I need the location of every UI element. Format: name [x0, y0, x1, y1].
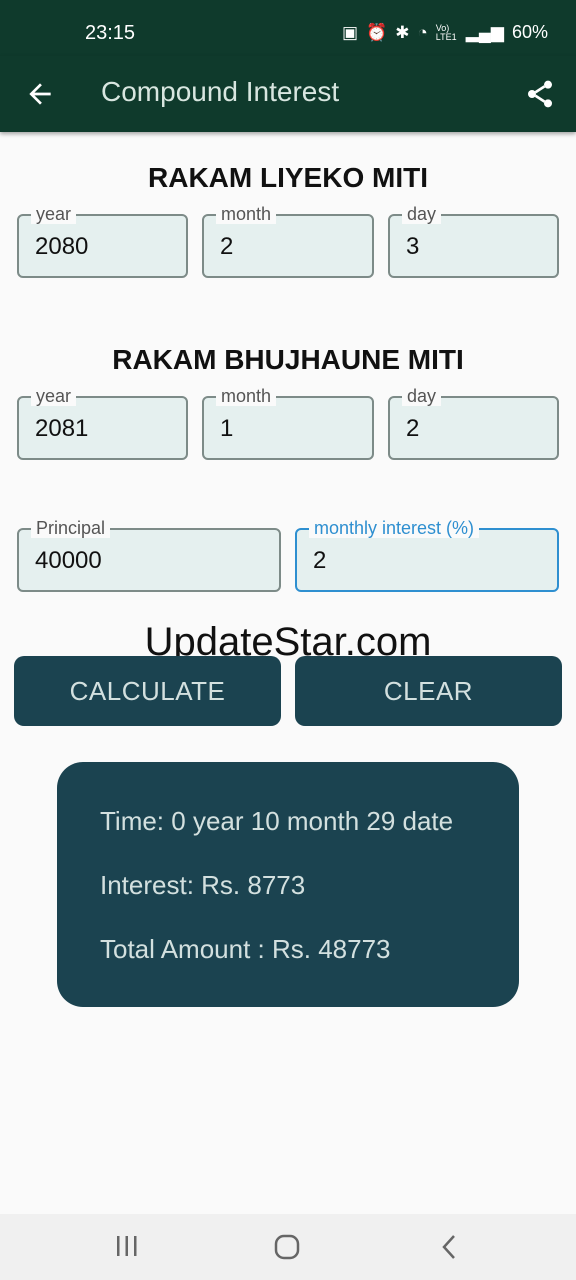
status-time: 23:15	[85, 22, 136, 44]
repay-year-value: 2081	[35, 415, 89, 442]
monthly-interest-value: 2	[313, 547, 327, 574]
principal-value: 40000	[35, 547, 102, 574]
result-total: Total Amount : Rs. 48773	[100, 934, 391, 964]
principal-field[interactable]: Principal 40000	[17, 518, 281, 592]
app-bar: Compound Interest	[0, 56, 576, 132]
monthly-interest-field[interactable]: monthly interest (%) 2	[295, 518, 559, 592]
loan-day-label: day	[402, 204, 442, 224]
recent-apps-icon[interactable]	[114, 1234, 140, 1258]
share-icon[interactable]	[524, 78, 556, 110]
system-nav-bar	[0, 1214, 576, 1280]
volte-icon: Vo) LTE1	[435, 22, 457, 42]
clear-button[interactable]: CLEAR	[295, 656, 562, 726]
back-arrow-icon[interactable]	[24, 78, 56, 110]
loan-year-label: year	[31, 204, 77, 224]
loan-year-value: 2080	[35, 233, 89, 260]
result-time: Time: 0 year 10 month 29 date	[100, 806, 454, 836]
calculate-button[interactable]: CALCULATE	[14, 656, 281, 726]
status-bar: 23:15 ▣ ⏰ ✱ ◔ Vo) LTE1 ▂▄▆ 60%	[0, 0, 576, 56]
monthly-interest-label: monthly interest (%)	[309, 518, 480, 538]
repay-month-value: 1	[220, 415, 234, 442]
repay-date-heading: RAKAM BHUJHAUNE MITI	[112, 344, 464, 375]
principal-label: Principal	[31, 518, 111, 538]
repay-month-label: month	[216, 386, 277, 406]
back-nav-icon[interactable]	[439, 1234, 459, 1260]
repay-month-field[interactable]: month 1	[202, 386, 374, 460]
bluetooth-icon: ✱	[395, 22, 410, 42]
loan-month-value: 2	[220, 233, 234, 260]
loan-year-field[interactable]: year 2080	[17, 204, 188, 278]
result-interest: Interest: Rs. 8773	[100, 870, 306, 900]
loan-month-label: month	[216, 204, 277, 224]
repay-day-value: 2	[406, 415, 420, 442]
signal-icon: ▂▄▆	[465, 22, 504, 42]
loan-day-field[interactable]: day 3	[388, 204, 559, 278]
loan-date-heading: RAKAM LIYEKO MITI	[148, 162, 428, 193]
loan-month-field[interactable]: month 2	[202, 204, 374, 278]
home-icon[interactable]	[274, 1234, 300, 1260]
loan-day-value: 3	[406, 233, 420, 260]
page-title: Compound Interest	[101, 76, 340, 107]
repay-year-field[interactable]: year 2081	[17, 386, 188, 460]
repay-day-label: day	[402, 386, 442, 406]
repay-day-field[interactable]: day 2	[388, 386, 559, 460]
repay-year-label: year	[31, 386, 77, 406]
alarm-icon: ⏰	[366, 22, 388, 42]
battery-level: 60%	[511, 22, 548, 42]
status-icons: ▣ ⏰ ✱ ◔ Vo) LTE1 ▂▄▆ 60%	[342, 22, 548, 43]
wifi-icon: ◔	[417, 22, 428, 42]
result-card: Time: 0 year 10 month 29 date Interest: …	[57, 762, 519, 1007]
sim-icon: ▣	[342, 22, 359, 42]
